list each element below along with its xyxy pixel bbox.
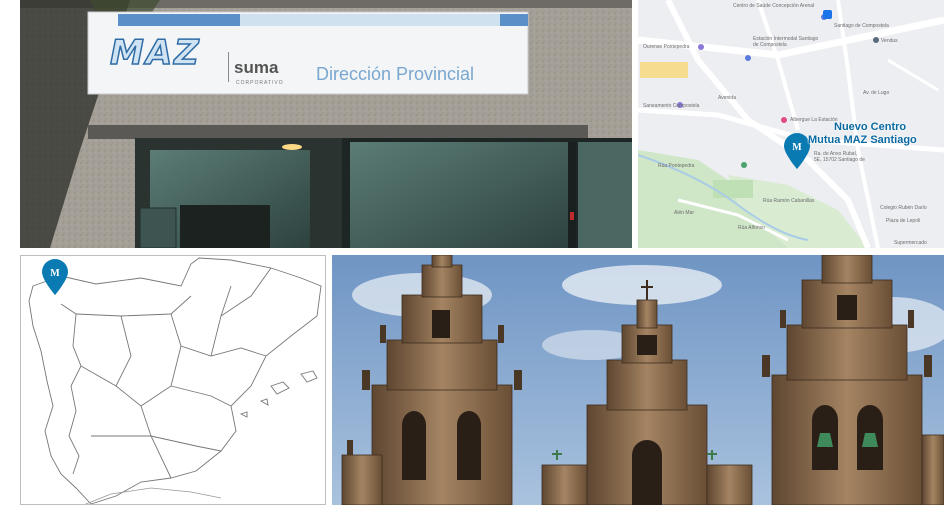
map-label: Colegio Rubén Darío	[880, 205, 927, 211]
maz-logo: MAZ	[109, 32, 201, 74]
cathedral-scene	[332, 255, 944, 505]
map-label: Vendus	[881, 38, 898, 44]
map-label: Santiago de Compostela	[834, 23, 889, 29]
map-label: Rúa Ramón Cabanillas	[763, 198, 815, 204]
map-label: Saneamento Compostela	[643, 103, 700, 109]
sign-text: Dirección Provincial	[316, 64, 475, 84]
suma-text: suma	[234, 58, 279, 77]
suma-brand: suma	[234, 58, 278, 78]
map-title-line2: Mutua MAZ Santiago	[808, 134, 917, 146]
map-label: Plaza de Lepoli	[886, 218, 921, 224]
map-label: Centro de Saúde Concepción Arenal	[733, 3, 815, 9]
map-label: Ourense Pontepedra	[643, 44, 690, 50]
map-label: Avenida	[718, 95, 736, 101]
storefront-photo: MAZ suma CORPORATIVO Dirección Provincia…	[20, 0, 632, 248]
spain-outline-map: M	[20, 255, 326, 505]
map-label: Supermercado	[894, 240, 927, 246]
map-title-line1: Nuevo Centro	[834, 121, 907, 133]
map-address-line2: 5E, 15702 Santiago de	[814, 157, 865, 163]
cathedral-photo	[332, 255, 944, 505]
map-label: Alén Mar	[674, 210, 695, 216]
map-title: Nuevo Centro Mutua MAZ Santiago	[808, 121, 917, 147]
location-map: Centro de Saúde Concepción Arenal Santia…	[638, 0, 944, 248]
santiago-marker: M	[42, 259, 68, 295]
map-label: Estación Intermodal Santiago de Composte…	[753, 36, 819, 48]
map-label: Rúa Pontepedra	[658, 163, 695, 169]
map-label: Av. de Lugo	[863, 90, 890, 96]
suma-subtitle: CORPORATIVO	[236, 80, 284, 86]
suma-logo	[228, 52, 229, 82]
map-label: Rúa Alfonso	[738, 225, 765, 231]
svg-text:M: M	[792, 142, 802, 153]
marker-letter: M	[50, 268, 60, 279]
